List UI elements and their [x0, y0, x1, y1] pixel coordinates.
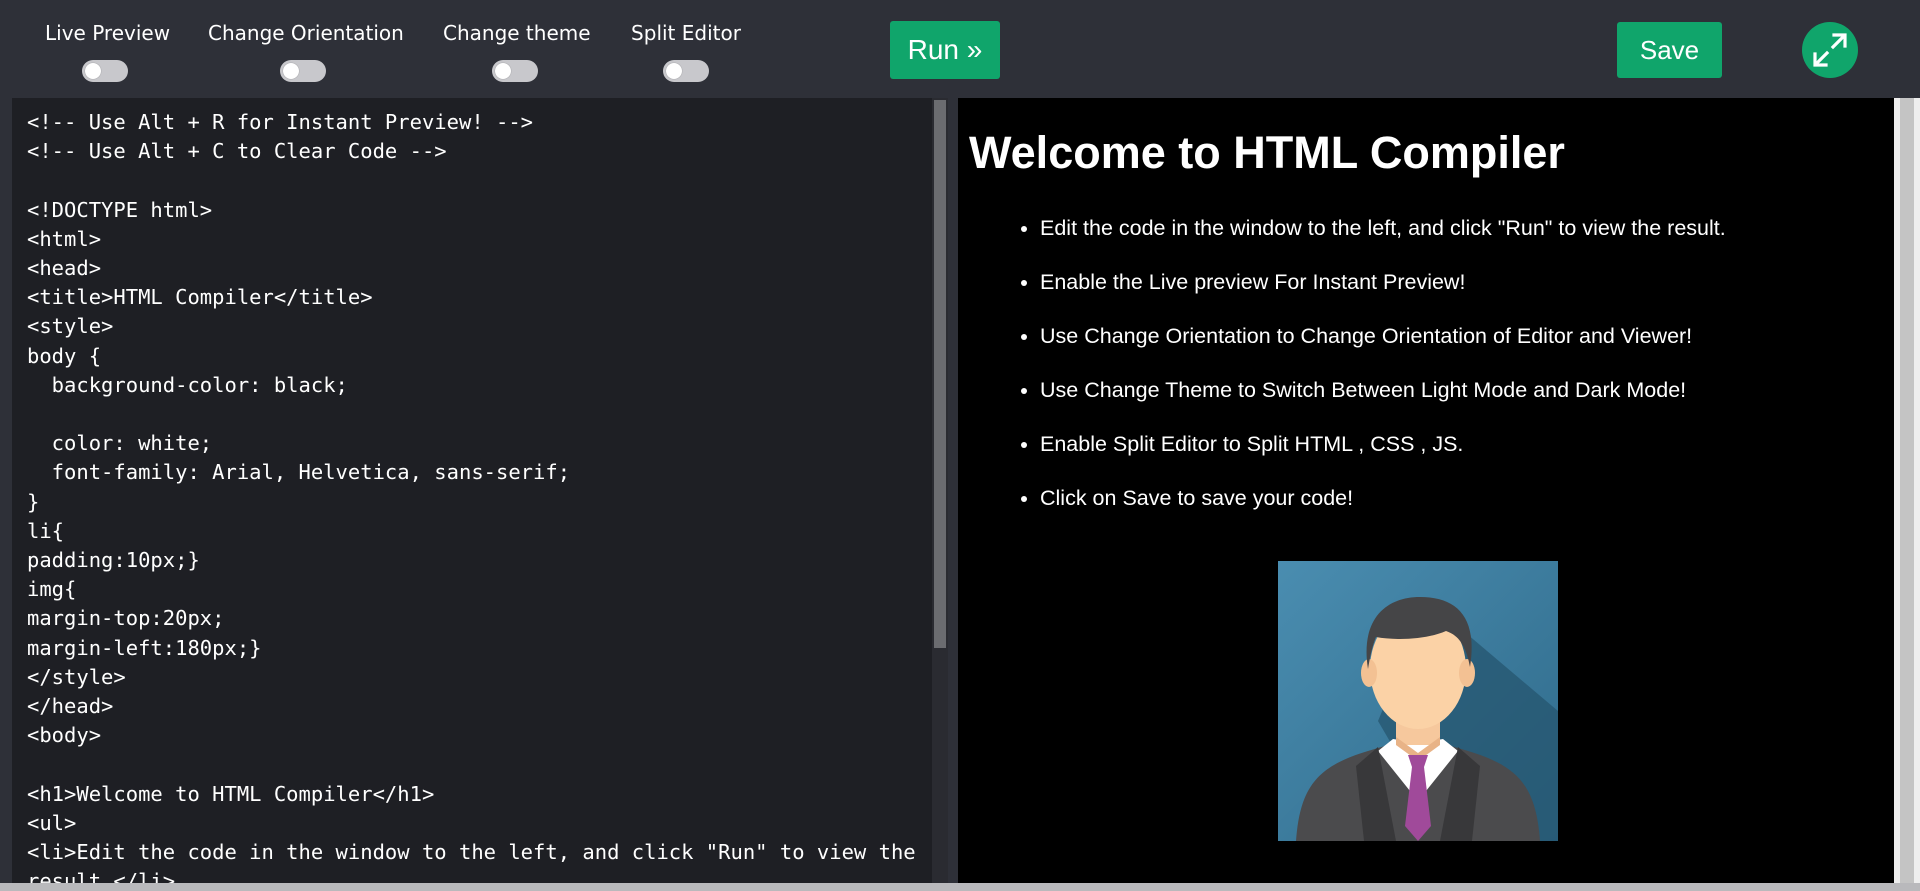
change-theme-toggle-group: Change theme	[443, 18, 591, 82]
save-button[interactable]: Save	[1617, 22, 1722, 78]
change-theme-toggle[interactable]	[491, 60, 538, 82]
horizontal-scrollbar[interactable]	[0, 883, 1920, 891]
list-item: Use Change Orientation to Change Orienta…	[1040, 319, 1894, 353]
list-item: Enable the Live preview For Instant Prev…	[1040, 265, 1894, 299]
editor-scrollbar-thumb[interactable]	[934, 100, 946, 648]
change-orientation-label: Change Orientation	[208, 21, 404, 45]
list-item: Enable Split Editor to Split HTML , CSS …	[1040, 427, 1894, 461]
preview-list: Edit the code in the window to the left,…	[958, 211, 1894, 515]
live-preview-toggle[interactable]	[82, 60, 128, 82]
preview-pane: Welcome to HTML Compiler Edit the code i…	[958, 98, 1894, 883]
expand-icon	[1813, 33, 1847, 67]
live-preview-label: Live Preview	[45, 21, 171, 45]
fullscreen-button[interactable]	[1802, 22, 1858, 78]
toolbar: Live Preview Change Orientation Change t…	[0, 0, 1920, 98]
toggle-knob	[494, 63, 511, 79]
split-editor-toggle-group: Split Editor	[631, 18, 741, 82]
toggle-knob	[85, 63, 101, 79]
change-orientation-toggle[interactable]	[280, 60, 326, 82]
list-item: Click on Save to save your code!	[1040, 481, 1894, 515]
list-item: Edit the code in the window to the left,…	[1040, 211, 1894, 245]
toggle-knob	[283, 63, 299, 79]
change-theme-label: Change theme	[443, 21, 591, 45]
run-button[interactable]: Run »	[890, 21, 1000, 79]
split-editor-label: Split Editor	[631, 21, 741, 45]
preview-heading: Welcome to HTML Compiler	[969, 127, 1565, 178]
toggle-knob	[666, 63, 682, 79]
page-scrollbar-thumb[interactable]	[1900, 98, 1914, 883]
pane-divider[interactable]	[948, 98, 958, 883]
split-editor-toggle[interactable]	[663, 60, 709, 82]
live-preview-toggle-group: Live Preview	[45, 18, 171, 82]
list-item: Use Change Theme to Switch Between Light…	[1040, 373, 1894, 407]
code-editor[interactable]: <!-- Use Alt + R for Instant Preview! --…	[12, 98, 946, 883]
change-orientation-toggle-group: Change Orientation	[208, 18, 404, 82]
code-text[interactable]: <!-- Use Alt + R for Instant Preview! --…	[27, 108, 916, 883]
businessman-avatar-icon	[1278, 561, 1558, 841]
